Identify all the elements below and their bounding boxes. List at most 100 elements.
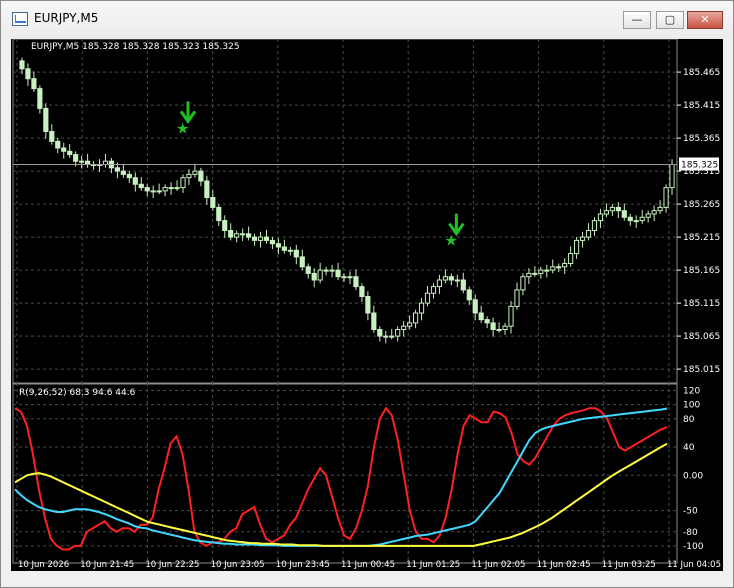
candle-bear[interactable] [484, 319, 490, 324]
candle-bear[interactable] [615, 206, 621, 212]
candle-bear[interactable] [55, 140, 61, 149]
minimize-button[interactable]: — [623, 11, 651, 29]
candle-bull[interactable] [508, 305, 514, 327]
candle-bear[interactable] [269, 239, 276, 245]
candle-bear[interactable] [114, 167, 120, 172]
candle-bear[interactable] [198, 170, 204, 182]
candle-bear[interactable] [251, 236, 258, 241]
candle-bull[interactable] [162, 187, 168, 192]
candle-bull[interactable] [562, 263, 568, 268]
candle-bull[interactable] [663, 187, 669, 208]
candle-bull[interactable] [591, 220, 598, 232]
candle-bull[interactable] [532, 272, 538, 275]
candle-bull[interactable] [442, 276, 448, 281]
candle-bear[interactable] [377, 329, 383, 337]
candle-bull[interactable] [389, 335, 395, 338]
candle-bull[interactable] [240, 233, 246, 236]
candle-bear[interactable] [627, 216, 633, 222]
candle-bear[interactable] [49, 131, 55, 142]
candle-bull[interactable] [401, 325, 407, 331]
candle-bull[interactable] [430, 286, 437, 294]
close-button[interactable]: ✕ [687, 11, 723, 29]
candle-bear[interactable] [246, 233, 252, 238]
candle-bear[interactable] [67, 150, 73, 156]
candle-bull[interactable] [514, 289, 520, 307]
candle-bull[interactable] [234, 233, 240, 238]
candle-bull[interactable] [150, 190, 156, 193]
candle-bull[interactable] [574, 239, 580, 255]
candle-bull[interactable] [496, 329, 502, 331]
candle-bull[interactable] [174, 187, 180, 190]
candle-bull[interactable] [156, 190, 162, 193]
title-bar[interactable]: EURJPY,M5 — ▢ ✕ [1, 1, 733, 39]
candle-bear[interactable] [472, 299, 478, 314]
candle-bear[interactable] [120, 170, 126, 175]
candle-bull[interactable] [585, 230, 592, 238]
candle-bear[interactable] [37, 88, 43, 109]
candle-bull[interactable] [556, 266, 562, 269]
candle-bear[interactable] [275, 243, 282, 248]
candle-bull[interactable] [424, 292, 431, 304]
candle-bull[interactable] [347, 276, 353, 279]
candle-bull[interactable] [395, 329, 401, 337]
candle-bear[interactable] [222, 220, 228, 232]
candle-bull[interactable] [186, 173, 192, 179]
candle-bull[interactable] [597, 213, 604, 222]
candle-bear[interactable] [490, 322, 496, 330]
candle-bull[interactable] [317, 269, 323, 281]
candle-bull[interactable] [168, 187, 174, 190]
candle-bull[interactable] [436, 279, 443, 288]
candle-bull[interactable] [645, 213, 651, 218]
candle-bear[interactable] [448, 276, 454, 281]
candle-bear[interactable] [25, 68, 31, 80]
candle-bull[interactable] [651, 210, 657, 215]
maximize-button[interactable]: ▢ [656, 11, 684, 29]
candle-bull[interactable] [657, 206, 663, 212]
candle-bull[interactable] [407, 322, 413, 327]
candle-bear[interactable] [210, 197, 216, 208]
candle-bear[interactable] [216, 206, 222, 222]
candle-bear[interactable] [132, 177, 138, 185]
candle-bear[interactable] [126, 173, 132, 179]
candle-bear[interactable] [335, 269, 341, 278]
candle-bear[interactable] [311, 272, 317, 281]
candle-bear[interactable] [19, 60, 25, 70]
candle-bull[interactable] [418, 302, 425, 314]
candle-bull[interactable] [550, 266, 556, 271]
candle-bull[interactable] [526, 272, 532, 278]
candle-bull[interactable] [633, 220, 639, 223]
candle-bull[interactable] [544, 269, 550, 272]
candle-bear[interactable] [263, 236, 270, 241]
candle-bull[interactable] [538, 269, 544, 274]
candle-bull[interactable] [502, 325, 508, 331]
candle-bear[interactable] [31, 78, 37, 90]
candle-bull[interactable] [639, 216, 645, 222]
candle-bull[interactable] [287, 249, 293, 252]
candle-bull[interactable] [603, 210, 610, 215]
candle-bear[interactable] [299, 256, 305, 268]
candle-bear[interactable] [621, 210, 627, 218]
candle-bull[interactable] [79, 160, 85, 163]
candle-bull[interactable] [454, 279, 460, 282]
chart-canvas[interactable]: 185.325★★ 185.465185.415185.365185.31518… [11, 39, 723, 571]
candle-bull[interactable] [412, 312, 419, 324]
candle-bear[interactable] [228, 230, 234, 238]
candle-bear[interactable] [353, 276, 359, 288]
candle-bear[interactable] [371, 312, 377, 330]
candle-bear[interactable] [359, 286, 365, 298]
candle-bull[interactable] [579, 236, 586, 241]
candle-bear[interactable] [144, 187, 150, 192]
candle-bear[interactable] [365, 296, 371, 314]
candle-bear[interactable] [281, 246, 287, 251]
candle-bull[interactable] [192, 170, 198, 175]
candle-bull[interactable] [383, 335, 389, 338]
candle-bull[interactable] [568, 253, 574, 265]
candle-bull[interactable] [180, 177, 186, 189]
candle-bull[interactable] [669, 164, 675, 189]
candle-bear[interactable] [305, 266, 311, 274]
candle-bear[interactable] [460, 279, 466, 291]
candle-bear[interactable] [43, 107, 49, 133]
candle-bull[interactable] [323, 269, 329, 272]
candle-bear[interactable] [466, 289, 472, 301]
candle-bull[interactable] [341, 276, 347, 279]
